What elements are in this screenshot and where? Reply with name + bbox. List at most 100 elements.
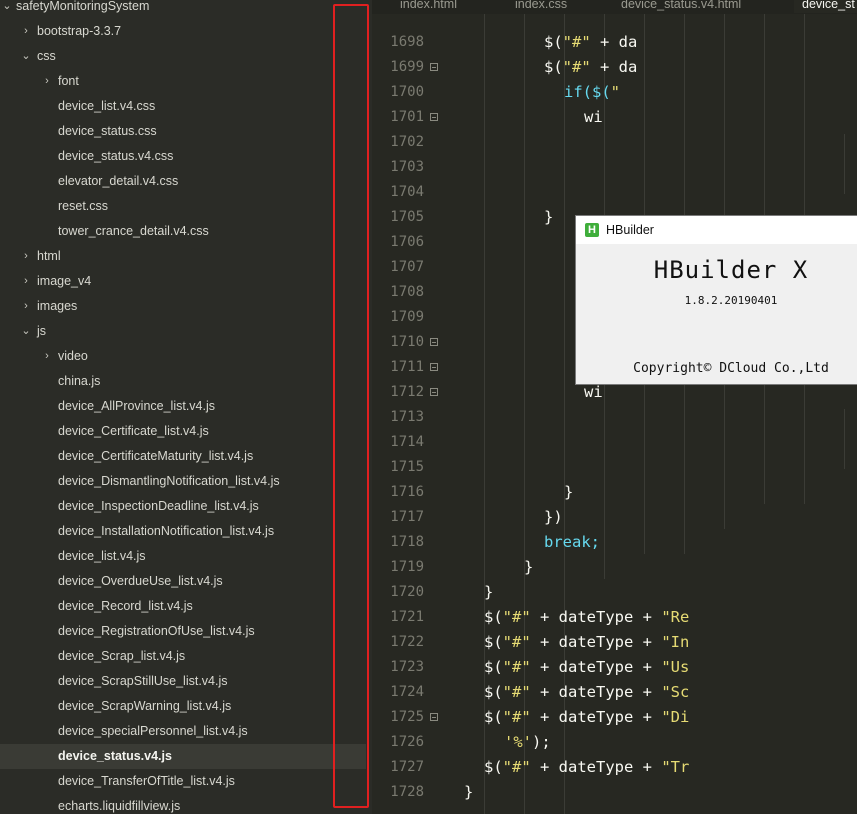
dialog-titlebar[interactable]: H HBuilder [576,216,857,244]
chevron-down-icon[interactable]: ⌄ [20,44,32,69]
indent-guide [844,409,845,469]
line-number: 1715 [390,459,424,475]
file-device-certificatematurity-list-v4-js[interactable]: device_CertificateMaturity_list.v4.js [0,444,366,469]
line-number: 1699 [390,59,424,75]
file-device-scrap-list-v4-js[interactable]: device_Scrap_list.v4.js [0,644,366,669]
line-number: 1707 [390,259,424,275]
tab-index-html[interactable]: index.html [392,0,465,13]
file-device-list-v4-js[interactable]: device_list.v4.js [0,544,366,569]
file-device-overdueuse-list-v4-js[interactable]: device_OverdueUse_list.v4.js [0,569,366,594]
file-device-record-list-v4-js[interactable]: device_Record_list.v4.js [0,594,366,619]
code-line: } [544,208,554,226]
dialog-title: HBuilder [606,223,654,237]
tree-item-label: bootstrap-3.3.7 [37,24,122,38]
tree-item-label: css [37,49,56,63]
tree-item-label: js [37,324,47,338]
code-editor[interactable]: 1698 1699 1700 1701 1702 1703 1704 1705 1706 1707… [372,14,857,814]
line-number: 1716 [390,484,424,500]
file-tower-crance-detail-v4-css[interactable]: tower_crance_detail.v4.css [0,219,366,244]
chevron-right-icon[interactable]: › [20,294,32,319]
tree-item-label: echarts.liquidfillview.js [58,799,181,813]
line-number: 1728 [390,784,424,800]
highlight-box [333,4,369,808]
file-china-js[interactable]: china.js [0,369,366,394]
file-reset-css[interactable]: reset.css [0,194,366,219]
code-line: $("#" + dateType + "Sc [484,683,690,701]
chevron-down-icon[interactable]: ⌄ [1,0,13,19]
fold-toggle-icon[interactable] [430,113,438,121]
fold-toggle-icon[interactable] [430,713,438,721]
code-line: if($(" [564,83,621,101]
fold-toggle-icon[interactable] [430,363,438,371]
tree-root[interactable]: ⌄ safetyMonitoringSystem [0,0,366,19]
file-device-allprovince-list-v4-js[interactable]: device_AllProvince_list.v4.js [0,394,366,419]
file-device-registrationofuse-list-v4-js[interactable]: device_RegistrationOfUse_list.v4.js [0,619,366,644]
file-device-certificate-list-v4-js[interactable]: device_Certificate_list.v4.js [0,419,366,444]
fold-toggle-icon[interactable] [430,63,438,71]
tree-item-label: device_DismantlingNotification_list.v4.j… [58,474,280,488]
folder-bootstrap-3-3-7[interactable]: › bootstrap-3.3.7 [0,19,366,44]
folder-js[interactable]: ⌄ js [0,319,366,344]
project-explorer: ⌄ safetyMonitoringSystem › bootstrap-3.3.… [0,0,372,814]
folder-css[interactable]: ⌄ css [0,44,366,69]
folder-images[interactable]: › images [0,294,366,319]
chevron-down-icon[interactable]: ⌄ [20,319,32,344]
code-line: $("#" + dateType + "Di [484,708,690,726]
fold-toggle-icon[interactable] [430,338,438,346]
file-device-transferoftitle-list-v4-js[interactable]: device_TransferOfTitle_list.v4.js [0,769,366,794]
tree-item-label: device_Certificate_list.v4.js [58,424,209,438]
file-device-installationnotification-list-v4-js[interactable]: device_InstallationNotification_list.v4.… [0,519,366,544]
tree-item-label: device_RegistrationOfUse_list.v4.js [58,624,255,638]
chevron-right-icon[interactable]: › [41,69,53,94]
file-device-dismantlingnotification-list-v4-js[interactable]: device_DismantlingNotification_list.v4.j… [0,469,366,494]
code-line: '%'); [504,733,551,751]
folder-video[interactable]: › video [0,344,366,369]
line-number: 1725 [390,709,424,725]
line-number: 1714 [390,434,424,450]
line-number: 1701 [390,109,424,125]
tree-item-label: device_status.v4.css [58,149,174,163]
file-device-status-css[interactable]: device_status.css [0,119,366,144]
tree-item-label: device_Record_list.v4.js [58,599,193,613]
folder-image-v4[interactable]: › image_v4 [0,269,366,294]
file-device-status-v4-css[interactable]: device_status.v4.css [0,144,366,169]
tab-index-css[interactable]: index.css [507,0,575,13]
folder-html[interactable]: › html [0,244,366,269]
code-line: $("#" + da [544,58,638,76]
tree-item-label: device_list.v4.css [58,99,156,113]
fold-toggle-icon[interactable] [430,388,438,396]
line-number: 1724 [390,684,424,700]
line-number: 1704 [390,184,424,200]
file-elevator-detail-v4-css[interactable]: elevator_detail.v4.css [0,169,366,194]
tree-item-label: tower_crance_detail.v4.css [58,224,209,238]
tree-item-label: reset.css [58,199,109,213]
file-device-status-v4-js[interactable]: device_status.v4.js [0,744,366,769]
file-device-scrapwarning-list-v4-js[interactable]: device_ScrapWarning_list.v4.js [0,694,366,719]
tree-item-label: device_AllProvince_list.v4.js [58,399,216,413]
chevron-right-icon[interactable]: › [41,344,53,369]
tree-item-label: device_TransferOfTitle_list.v4.js [58,774,235,788]
tree-item-label: video [58,349,88,363]
file-device-scrapstilluse-list-v4-js[interactable]: device_ScrapStillUse_list.v4.js [0,669,366,694]
line-number: 1722 [390,634,424,650]
file-device-list-v4-css[interactable]: device_list.v4.css [0,94,366,119]
code-line: $("#" + dateType + "Tr [484,758,690,776]
code-line: } [464,783,474,801]
tree-item-label: device_ScrapStillUse_list.v4.js [58,674,228,688]
file-device-inspectiondeadline-list-v4-js[interactable]: device_InspectionDeadline_list.v4.js [0,494,366,519]
code-line: } [524,558,534,576]
code-line: $("#" + dateType + "Re [484,608,690,626]
code-line: $("#" + da [544,33,638,51]
tree-item-label: image_v4 [37,274,92,288]
tree-item-label: device_CertificateMaturity_list.v4.js [58,449,254,463]
chevron-right-icon[interactable]: › [20,19,32,44]
folder-font[interactable]: › font [0,69,366,94]
tab-device-status-html[interactable]: device_status.v4.html [613,0,749,13]
tab-device-status-js[interactable]: device_st [794,0,857,13]
chevron-right-icon[interactable]: › [20,244,32,269]
line-number: 1711 [390,359,424,375]
tree-item-label: device_InstallationNotification_list.v4.… [58,524,275,538]
file-device-specialpersonnel-list-v4-js[interactable]: device_specialPersonnel_list.v4.js [0,719,366,744]
chevron-right-icon[interactable]: › [20,269,32,294]
file-echarts-liquidfillview-js[interactable]: echarts.liquidfillview.js [0,794,366,814]
